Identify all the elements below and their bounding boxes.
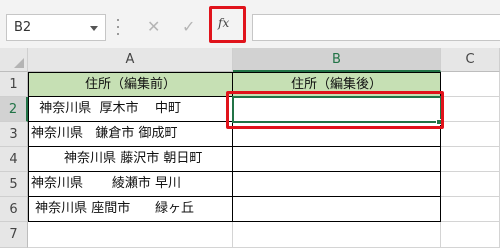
active-cell-highlight bbox=[226, 91, 444, 129]
drag-handle-icon[interactable] bbox=[117, 19, 120, 35]
cell-b6[interactable] bbox=[233, 197, 441, 222]
cell-a3[interactable]: 神奈川県 鎌倉市 御成町 bbox=[28, 122, 233, 147]
cell-b7[interactable] bbox=[233, 222, 441, 248]
cell-c5[interactable] bbox=[441, 172, 500, 197]
name-box[interactable]: B2 bbox=[6, 14, 106, 41]
formula-input[interactable] bbox=[252, 14, 500, 41]
cancel-icon[interactable]: ✕ bbox=[147, 17, 160, 36]
cell-c6[interactable] bbox=[441, 197, 500, 222]
enter-icon[interactable]: ✓ bbox=[182, 17, 195, 36]
cell-a7[interactable] bbox=[28, 222, 233, 248]
cell-a5[interactable]: 神奈川県 綾瀬市 早川 bbox=[28, 172, 233, 197]
cell-c1[interactable] bbox=[441, 72, 500, 97]
cell-c7[interactable] bbox=[441, 222, 500, 248]
cell-a2[interactable]: 神奈川県 厚木市 中町 bbox=[28, 97, 233, 122]
row-header-2[interactable]: 2 bbox=[0, 97, 28, 122]
row-header-7[interactable]: 7 bbox=[0, 222, 28, 248]
row-header-6[interactable]: 6 bbox=[0, 197, 28, 222]
insert-function-highlight bbox=[209, 6, 246, 43]
row-header-4[interactable]: 4 bbox=[0, 147, 28, 172]
cell-b5[interactable] bbox=[233, 172, 441, 197]
cell-c2[interactable] bbox=[441, 97, 500, 122]
select-all-icon bbox=[14, 58, 24, 68]
name-box-value: B2 bbox=[14, 20, 32, 35]
cell-a6[interactable]: 神奈川県 座間市 緑ヶ丘 bbox=[28, 197, 233, 222]
column-header-b[interactable]: B bbox=[233, 48, 441, 72]
chevron-down-icon[interactable] bbox=[90, 26, 98, 31]
row-header-3[interactable]: 3 bbox=[0, 122, 28, 147]
row-header-5[interactable]: 5 bbox=[0, 172, 28, 197]
cell-c3[interactable] bbox=[441, 122, 500, 147]
select-all-button[interactable] bbox=[0, 48, 28, 72]
column-header-a[interactable]: A bbox=[28, 48, 233, 72]
column-header-c[interactable]: C bbox=[441, 48, 500, 72]
cell-a4[interactable]: 神奈川県 藤沢市 朝日町 bbox=[28, 147, 233, 172]
formula-bar: B2 ✕ ✓ fx bbox=[0, 0, 500, 55]
cell-b4[interactable] bbox=[233, 147, 441, 172]
cell-a1[interactable]: 住所（編集前） bbox=[28, 72, 233, 97]
cell-c4[interactable] bbox=[441, 147, 500, 172]
row-header-1[interactable]: 1 bbox=[0, 72, 28, 97]
spreadsheet-grid: A B C 1 2 3 4 5 6 7 住所（編集前） 住所（編集後） 神奈川県… bbox=[0, 48, 500, 248]
